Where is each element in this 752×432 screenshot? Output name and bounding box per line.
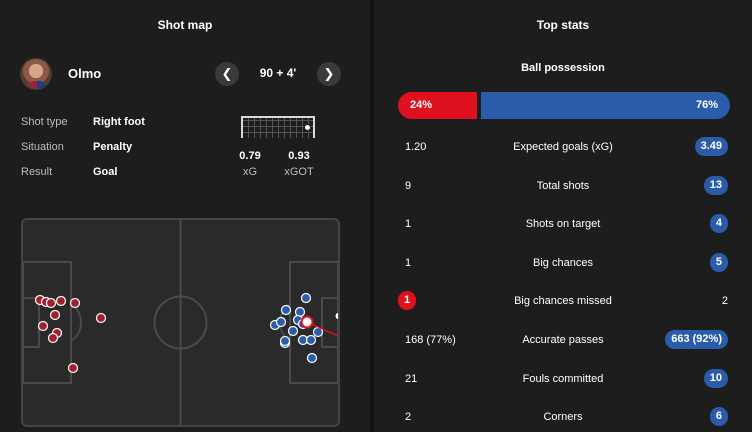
stat-name: Expected goals (xG)	[513, 141, 613, 153]
away-shot-marker[interactable]	[300, 292, 312, 304]
ball-placement-icon	[304, 124, 311, 131]
next-shot-button[interactable]: ❯	[317, 62, 341, 86]
stat-row: 1.20 3.49 Expected goals (xG)	[374, 137, 752, 157]
stat-name: Fouls committed	[522, 373, 604, 385]
stat-row: 1 5 Big chances	[374, 253, 752, 273]
situation-label: Situation	[21, 141, 64, 153]
possession-away-value: 76%	[695, 99, 718, 111]
shot-minute: 90 + 4'	[259, 66, 297, 80]
stat-row: 168 (77%) 663 (92%) Accurate passes	[374, 330, 752, 350]
possession-away-bar: 76%	[481, 92, 730, 119]
xgot-label: xGOT	[284, 166, 314, 178]
stat-name: Big chances	[533, 257, 593, 269]
possession-home-value: 24%	[410, 99, 433, 111]
stat-name: Big chances missed	[514, 295, 612, 307]
shot-type-label: Shot type	[21, 116, 68, 128]
chevron-right-icon: ❯	[323, 66, 335, 81]
previous-shot-button[interactable]: ❮	[215, 62, 239, 86]
goal-frame-icon	[241, 116, 315, 138]
stat-row: 1 2 Big chances missed	[374, 291, 752, 311]
away-shot-marker[interactable]	[280, 304, 292, 316]
chevron-left-icon: ❮	[221, 66, 233, 81]
home-shot-marker[interactable]	[37, 320, 49, 332]
goal-ball-icon	[334, 311, 338, 321]
top-stats-panel: Top stats Ball possession 24% 76% 1.20 3.…	[374, 0, 752, 432]
shot-map-panel: Shot map Olmo ❮ 90 + 4' ❯ Shot type Righ…	[0, 0, 370, 432]
away-shot-marker[interactable]	[305, 334, 317, 346]
home-shot-marker[interactable]	[47, 332, 59, 344]
stat-name: Shots on target	[525, 218, 601, 230]
home-shot-marker[interactable]	[67, 362, 79, 374]
shot-type-value: Right foot	[93, 116, 145, 128]
stat-row: 21 10 Fouls committed	[374, 369, 752, 389]
player-avatar[interactable]	[20, 58, 52, 90]
away-shot-marker[interactable]	[306, 352, 318, 364]
possession-home-bar: 24%	[398, 92, 477, 119]
away-shot-marker[interactable]	[279, 335, 291, 347]
selected-shot-ball-icon[interactable]	[300, 315, 314, 329]
possession-label: Ball possession	[521, 62, 605, 74]
result-value: Goal	[93, 166, 118, 178]
home-shot-marker[interactable]	[45, 297, 57, 309]
stat-row: 1 4 Shots on target	[374, 214, 752, 234]
player-name[interactable]: Olmo	[68, 66, 101, 81]
possession-bar: 24% 76%	[398, 92, 730, 119]
stat-name: Total shots	[536, 180, 590, 192]
away-shot-marker[interactable]	[287, 325, 299, 337]
xgot-value: 0.93	[288, 150, 310, 162]
home-shot-marker[interactable]	[69, 297, 81, 309]
pitch-shot-map	[21, 218, 340, 427]
stat-name: Accurate passes	[522, 334, 604, 346]
stat-name: Corners	[543, 411, 583, 423]
away-shot-marker[interactable]	[275, 316, 287, 328]
home-shot-marker[interactable]	[95, 312, 107, 324]
xg-label: xG	[242, 166, 258, 178]
home-shot-marker[interactable]	[55, 295, 67, 307]
xg-value: 0.79	[239, 150, 261, 162]
situation-value: Penalty	[93, 141, 133, 153]
home-shot-marker[interactable]	[49, 309, 61, 321]
shot-map-title: Shot map	[157, 18, 213, 32]
top-stats-title: Top stats	[536, 18, 590, 32]
result-label: Result	[21, 166, 53, 178]
stat-row: 2 6 Corners	[374, 407, 752, 427]
pitch-lines	[23, 220, 338, 425]
stat-row: 9 13 Total shots	[374, 176, 752, 196]
